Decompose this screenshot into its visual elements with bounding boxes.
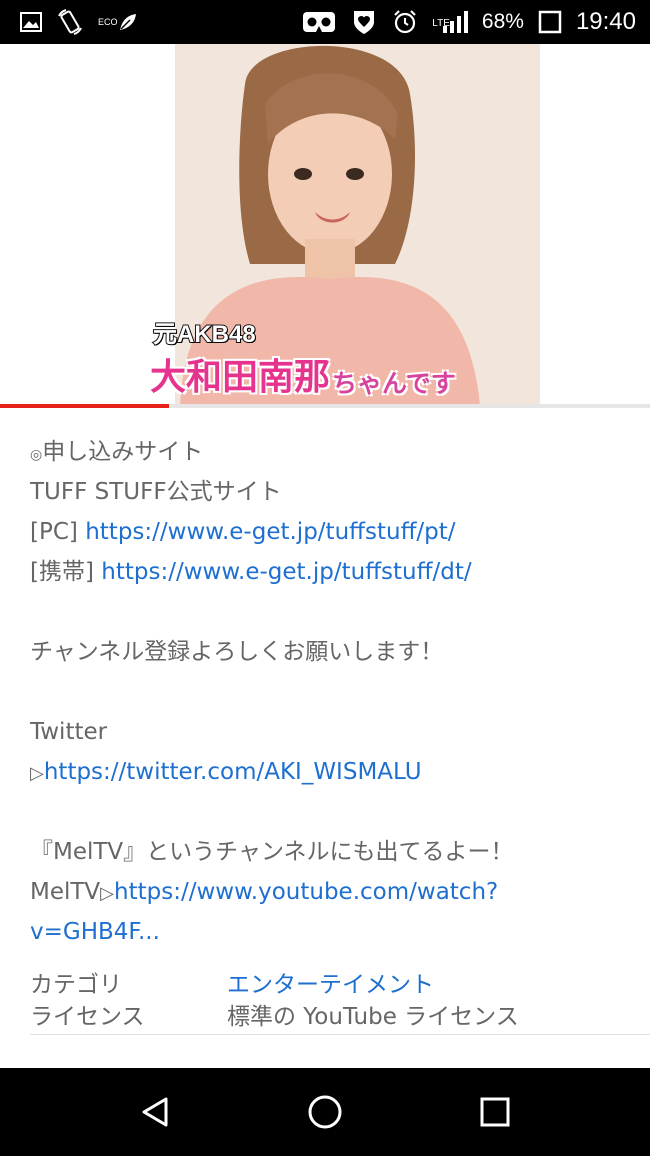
home-icon [308,1095,342,1129]
divider [30,1034,650,1035]
battery-icon [538,10,562,34]
mobile-link[interactable]: https://www.e-get.jp/tuffstuff/dt/ [101,559,471,585]
back-icon [142,1097,168,1127]
vr-icon [302,9,336,35]
twitter-label: Twitter [30,719,108,745]
video-caption: 大和田南那 ちゃんです [149,348,456,400]
video-meta: カテゴリ エンターテイメント ライセンス 標準の YouTube ライセンス [30,966,630,1030]
heart-shield-icon [350,8,378,36]
video-player[interactable]: 元AKB48 大和田南那 ちゃんです [0,44,650,406]
apply-heading: 申し込みサイト [42,439,204,465]
recents-button[interactable] [465,1082,525,1142]
license-key: ライセンス [30,1004,145,1030]
status-bar: ECO LTE 68% 19:40 [0,0,650,44]
twitter-link[interactable]: https://twitter.com/AKI_WISMALU [44,759,422,785]
meltv-prefix: MelTV [30,879,101,905]
category-key: カテゴリ [30,972,122,998]
pc-link[interactable]: https://www.e-get.jp/tuffstuff/pt/ [85,519,455,545]
recents-icon [480,1097,510,1127]
alarm-icon [392,9,418,35]
video-progress-fill [0,404,169,408]
bullet-mark: ◎ [30,447,43,463]
video-progress-bar[interactable] [0,404,650,408]
mobile-link-line: [携帯] https://www.e-get.jp/tuffstuff/dt/ [30,552,630,592]
twitter-link-line: ▷https://twitter.com/AKI_WISMALU [30,752,630,792]
video-caption-name: 大和田南那 [149,356,331,399]
home-button[interactable] [295,1082,355,1142]
back-button[interactable] [125,1082,185,1142]
meltv-link-line: MelTV▷https://www.youtube.com/watch? [30,872,630,912]
subscribe-line: チャンネル登録よろしくお願いします！ [30,639,444,665]
license-value: 標準の YouTube ライセンス [227,1004,519,1030]
play-arrow-icon: ▷ [30,763,44,784]
status-bar-left: ECO [20,8,138,36]
navigation-bar [0,1068,650,1156]
mobile-prefix: [携帯] [30,559,94,585]
meltv-note: 『MelTV』というチャンネルにも出てるよー！ [30,839,514,865]
clock: 19:40 [575,8,636,35]
video-caption-subtitle: 元AKB48 [152,320,257,349]
license-row: ライセンス 標準の YouTube ライセンス [30,998,630,1030]
pc-link-line: [PC] https://www.e-get.jp/tuffstuff/pt/ [30,512,630,552]
video-description: ◎申し込みサイト TUFF STUFF公式サイト [PC] https://ww… [30,432,630,952]
video-caption-suffix: ちゃんです [332,369,456,398]
meltv-link-continued: v=GHB4F... [30,912,630,952]
signal-icon: LTE [432,10,468,34]
meltv-link-continued-text[interactable]: v=GHB4F... [30,919,160,945]
rotate-icon [56,8,84,36]
apply-heading-line: ◎申し込みサイト [30,432,630,472]
eco-leaf-icon: ECO [98,12,138,32]
play-arrow-icon: ▷ [100,883,115,904]
category-link[interactable]: エンターテイメント [227,965,434,999]
category-row: カテゴリ エンターテイメント [30,966,630,998]
official-site-line: TUFF STUFF公式サイト [30,479,282,505]
gallery-icon [20,11,42,33]
meltv-link[interactable]: https://www.youtube.com/watch? [114,879,498,905]
battery-percent: 68% [481,10,524,33]
status-bar-right: LTE 68% 19:40 [302,8,636,36]
pc-prefix: [PC] [30,519,78,545]
